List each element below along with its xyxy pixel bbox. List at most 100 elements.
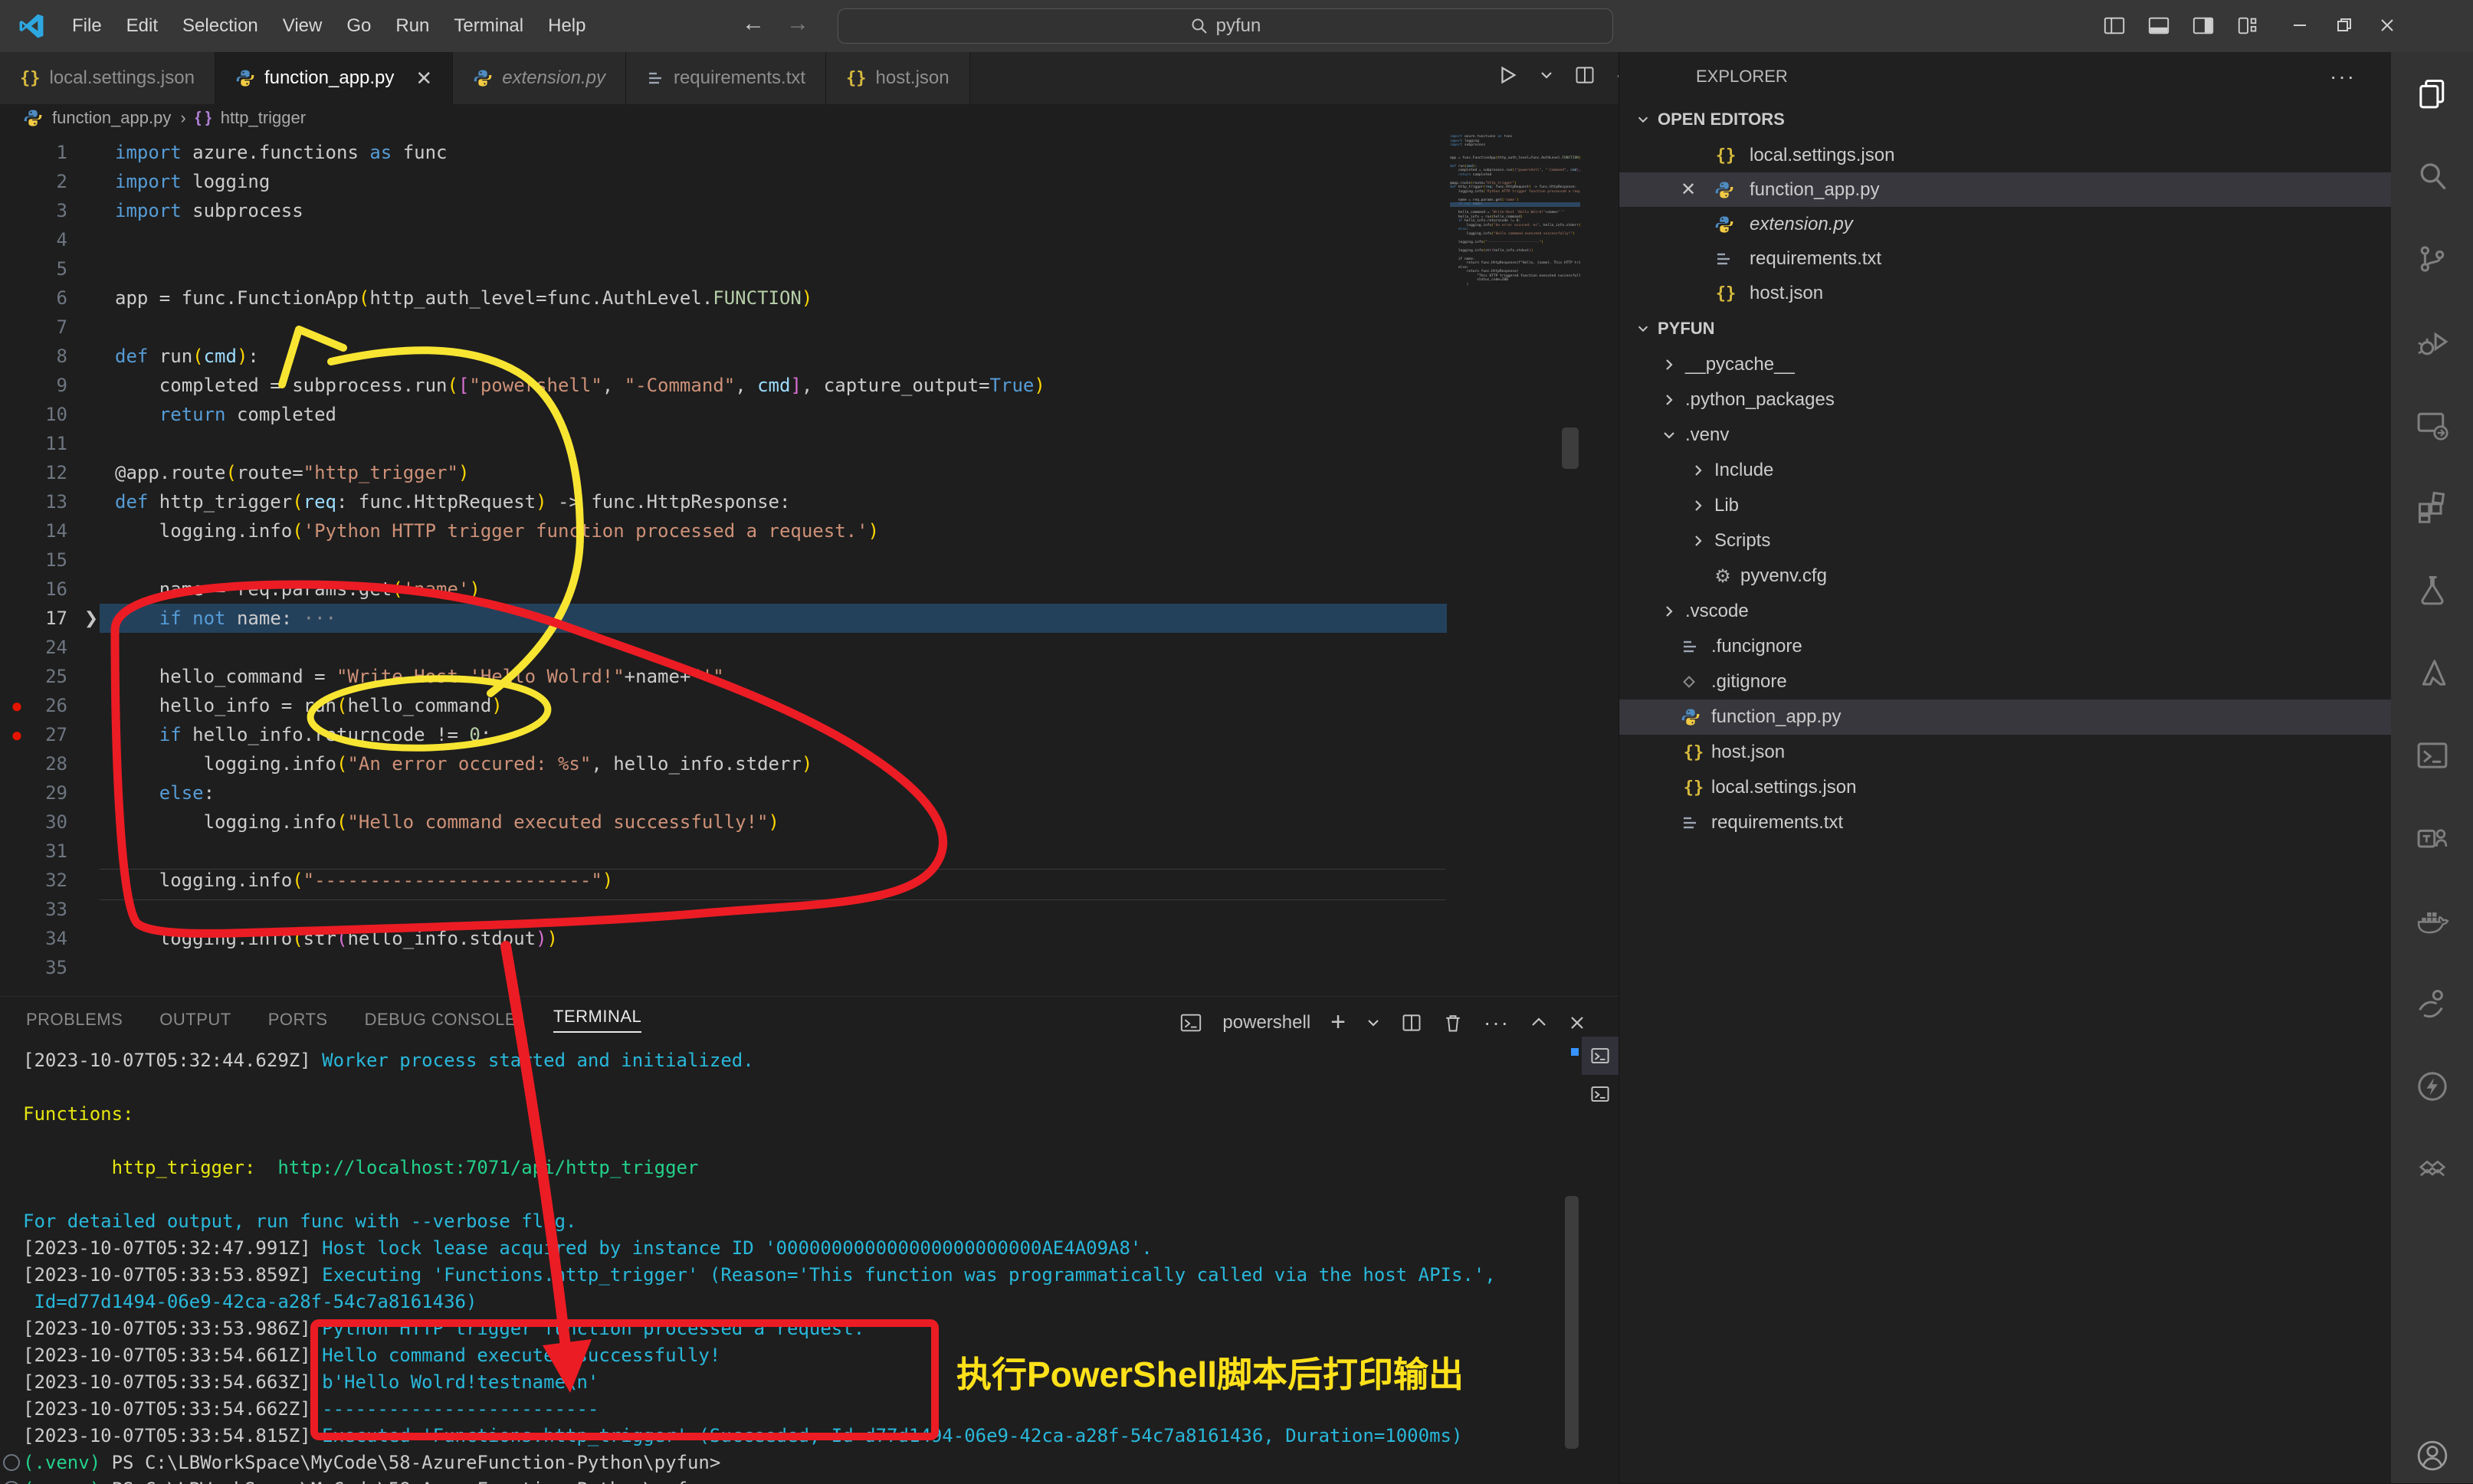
- testing-icon[interactable]: [2391, 549, 2473, 631]
- code-line-14[interactable]: 14 logging.info('Python HTTP trigger fun…: [0, 516, 1619, 545]
- code-line-28[interactable]: 28 logging.info("An error occured: %s", …: [0, 749, 1619, 778]
- thunder-client-icon[interactable]: [2391, 1045, 2473, 1128]
- code-line-31[interactable]: 31: [0, 837, 1619, 866]
- breakpoint-gutter[interactable]: [0, 342, 34, 371]
- terminal-scrollbar[interactable]: [1565, 1196, 1579, 1449]
- customize-layout-icon[interactable]: [2235, 12, 2261, 38]
- open-editor-function_app.py[interactable]: ✕ function_app.py: [1619, 172, 2391, 207]
- run-dropdown-icon[interactable]: [1539, 67, 1554, 83]
- breakpoint-icon[interactable]: ●: [0, 720, 34, 749]
- tree-item-function_app.py[interactable]: function_app.py: [1619, 699, 2391, 735]
- tree-item-Scripts[interactable]: Scripts: [1619, 523, 2391, 559]
- run-debug-icon[interactable]: [2391, 300, 2473, 383]
- code-line-4[interactable]: 4: [0, 225, 1619, 254]
- menu-run[interactable]: Run: [383, 9, 441, 43]
- run-python-file-icon[interactable]: [1496, 64, 1519, 87]
- code-line-13[interactable]: 13 def http_trigger(req: func.HttpReques…: [0, 487, 1619, 516]
- tab-local.settings.json[interactable]: {} local.settings.json: [0, 52, 215, 104]
- terminal-output[interactable]: [2023-10-07T05:32:44.629Z] Worker proces…: [0, 1047, 1579, 1484]
- tree-item-Lib[interactable]: Lib: [1619, 488, 2391, 523]
- powershell-icon[interactable]: [2391, 714, 2473, 797]
- menu-file[interactable]: File: [60, 9, 114, 43]
- code-line-30[interactable]: 30 logging.info("Hello command executed …: [0, 808, 1619, 837]
- code-line-3[interactable]: 3 import subprocess: [0, 196, 1619, 225]
- close-icon[interactable]: ✕: [415, 67, 432, 90]
- tab-host.json[interactable]: {} host.json: [826, 52, 970, 104]
- breakpoint-gutter[interactable]: [0, 866, 34, 895]
- azure-icon[interactable]: [2391, 631, 2473, 714]
- breakpoint-gutter[interactable]: [0, 313, 34, 342]
- terminal-dropdown-icon[interactable]: [1366, 1015, 1381, 1030]
- tree-item-.funcignore[interactable]: .funcignore: [1619, 629, 2391, 664]
- menu-edit[interactable]: Edit: [114, 9, 170, 43]
- split-terminal-icon[interactable]: [1401, 1012, 1422, 1034]
- command-decoration-icon[interactable]: [3, 1454, 20, 1471]
- breakpoint-gutter[interactable]: [0, 633, 34, 662]
- code-line-6[interactable]: 6 app = func.FunctionApp(http_auth_level…: [0, 283, 1619, 313]
- shell-label[interactable]: powershell: [1222, 1012, 1310, 1034]
- command-decoration-icon[interactable]: [3, 1481, 20, 1484]
- code-line-7[interactable]: 7: [0, 313, 1619, 342]
- breakpoint-icon[interactable]: ●: [0, 691, 34, 720]
- open-editors-header[interactable]: OPEN EDITORS: [1619, 101, 2391, 138]
- code-editor[interactable]: 1 import azure.functions as func 2 impor…: [0, 132, 1619, 996]
- menu-terminal[interactable]: Terminal: [441, 9, 536, 43]
- breakpoint-gutter[interactable]: [0, 283, 34, 313]
- code-line-2[interactable]: 2 import logging: [0, 167, 1619, 196]
- panel-tab-ports[interactable]: PORTS: [268, 1010, 328, 1030]
- code-line-5[interactable]: 5: [0, 254, 1619, 283]
- search-icon[interactable]: [2391, 135, 2473, 218]
- close-window-icon[interactable]: [2374, 12, 2400, 38]
- code-line-16[interactable]: 16 name = req.params.get('name'): [0, 575, 1619, 604]
- breakpoint-gutter[interactable]: [0, 196, 34, 225]
- code-line-9[interactable]: 9 completed = subprocess.run(["powershel…: [0, 371, 1619, 400]
- breadcrumb-symbol[interactable]: http_trigger: [221, 108, 306, 128]
- terminal-session-tab[interactable]: [1582, 1075, 1619, 1113]
- tree-item-requirements.txt[interactable]: requirements.txt: [1619, 805, 2391, 840]
- command-center-search[interactable]: pyfun: [838, 8, 1613, 44]
- breakpoint-gutter[interactable]: [0, 167, 34, 196]
- breakpoint-gutter[interactable]: [0, 400, 34, 429]
- code-line-15[interactable]: 15: [0, 545, 1619, 575]
- tree-item-.venv[interactable]: .venv: [1619, 418, 2391, 453]
- code-line-34[interactable]: 34 logging.info(str(hello_info.stdout)): [0, 924, 1619, 953]
- menu-go[interactable]: Go: [334, 9, 383, 43]
- panel-more-icon[interactable]: ···: [1484, 1011, 1510, 1035]
- tree-item-__pycache__[interactable]: __pycache__: [1619, 347, 2391, 382]
- panel-tab-debug-console[interactable]: DEBUG CONSOLE: [365, 1010, 517, 1030]
- code-line-25[interactable]: 25 hello_command = "Write-Host 'Hello Wo…: [0, 662, 1619, 691]
- tree-item-.gitignore[interactable]: .gitignore: [1619, 664, 2391, 699]
- layout-secondary-sidebar-icon[interactable]: [2190, 12, 2216, 38]
- code-line-12[interactable]: 12 @app.route(route="http_trigger"): [0, 458, 1619, 487]
- nav-back-icon[interactable]: ←: [742, 11, 765, 37]
- source-control-icon[interactable]: [2391, 218, 2473, 300]
- teams-icon[interactable]: [2391, 797, 2473, 880]
- breakpoint-gutter[interactable]: [0, 604, 34, 633]
- open-editor-host.json[interactable]: {} host.json: [1619, 276, 2391, 310]
- breakpoint-gutter[interactable]: [0, 371, 34, 400]
- breakpoint-gutter[interactable]: [0, 458, 34, 487]
- close-panel-icon[interactable]: [1568, 1014, 1586, 1032]
- minimize-icon[interactable]: [2287, 12, 2313, 38]
- breakpoint-gutter[interactable]: [0, 545, 34, 575]
- code-line-11[interactable]: 11: [0, 429, 1619, 458]
- breakpoint-gutter[interactable]: [0, 953, 34, 982]
- panel-tab-problems[interactable]: PROBLEMS: [26, 1010, 123, 1030]
- tree-item-.python_packages[interactable]: .python_packages: [1619, 382, 2391, 418]
- code-line-35[interactable]: 35: [0, 953, 1619, 982]
- live-share-icon[interactable]: [2391, 962, 2473, 1045]
- open-editor-extension.py[interactable]: extension.py: [1619, 207, 2391, 241]
- code-line-17[interactable]: 17 ❯ if not name: ···: [0, 604, 1619, 633]
- breakpoint-gutter[interactable]: [0, 924, 34, 953]
- code-line-29[interactable]: 29 else:: [0, 778, 1619, 808]
- editor-scrollbar[interactable]: [1562, 428, 1579, 469]
- explorer-icon[interactable]: [2391, 52, 2473, 135]
- breakpoint-gutter[interactable]: [0, 895, 34, 924]
- split-editor-icon[interactable]: [1574, 64, 1596, 86]
- tab-requirements.txt[interactable]: requirements.txt: [625, 52, 827, 104]
- breakpoint-gutter[interactable]: [0, 225, 34, 254]
- tree-item-local.settings.json[interactable]: {} local.settings.json: [1619, 770, 2391, 805]
- menu-view[interactable]: View: [271, 9, 335, 43]
- waves-icon[interactable]: [2391, 1128, 2473, 1210]
- explorer-more-icon[interactable]: ···: [2330, 64, 2356, 89]
